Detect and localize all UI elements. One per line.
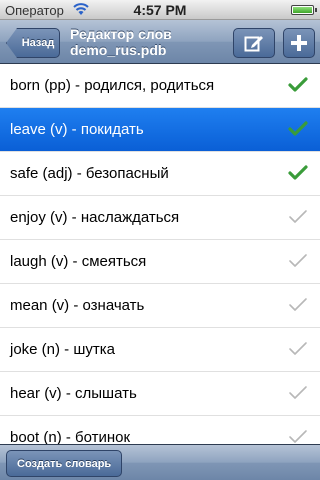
checkmark-outline-icon[interactable]	[288, 385, 308, 401]
word-label: born (pp) - родился, родиться	[10, 77, 215, 94]
word-label: leave (v) - покидать	[10, 121, 144, 138]
word-label: joke (n) - шутка	[10, 341, 115, 358]
checkmark-filled-icon[interactable]	[288, 77, 308, 93]
checkmark-outline-icon[interactable]	[288, 341, 308, 357]
checkmark-outline-icon[interactable]	[288, 429, 308, 444]
create-dictionary-button[interactable]: Создать словарь	[6, 450, 123, 477]
list-item[interactable]: hear (v) - слышать	[0, 372, 320, 416]
checkmark-filled-icon[interactable]	[288, 165, 308, 181]
word-label: boot (n) - ботинок	[10, 429, 131, 444]
checkmark-filled-icon[interactable]	[288, 121, 308, 137]
back-button[interactable]: Назад	[6, 28, 60, 58]
navigation-bar: Назад Редактор слов demo_rus.pdb	[0, 20, 320, 64]
title-line-2: demo_rus.pdb	[70, 42, 167, 58]
title-line-1: Редактор слов	[70, 26, 172, 42]
back-button-label: Назад	[21, 37, 55, 49]
list-item[interactable]: laugh (v) - смеяться	[0, 240, 320, 284]
word-label: safe (adj) - безопасный	[10, 165, 169, 182]
list-item[interactable]: enjoy (v) - наслаждаться	[0, 196, 320, 240]
word-label: mean (v) - означать	[10, 297, 145, 314]
list-item[interactable]: safe (adj) - безопасный	[0, 152, 320, 196]
edit-icon	[244, 36, 263, 52]
bottom-toolbar: Создать словарь	[0, 444, 320, 480]
create-dictionary-label: Создать словарь	[17, 457, 112, 470]
word-label: laugh (v) - смеяться	[10, 253, 147, 270]
word-list[interactable]: born (pp) - родился, родиться leave (v) -…	[0, 64, 320, 444]
battery-icon	[291, 5, 317, 15]
status-bar: Оператор 4:57 PM	[0, 0, 320, 20]
clock: 4:57 PM	[133, 2, 187, 18]
list-item[interactable]: mean (v) - означать	[0, 284, 320, 328]
checkmark-outline-icon[interactable]	[288, 209, 308, 225]
page-title: Редактор слов demo_rus.pdb	[70, 26, 230, 58]
checkmark-outline-icon[interactable]	[288, 297, 308, 313]
list-item[interactable]: leave (v) - покидать	[0, 108, 320, 152]
word-label: enjoy (v) - наслаждаться	[10, 209, 180, 226]
plus-icon	[291, 35, 307, 51]
word-label: hear (v) - слышать	[10, 385, 137, 402]
checkmark-outline-icon[interactable]	[288, 253, 308, 269]
edit-button[interactable]	[233, 28, 275, 58]
list-item[interactable]: boot (n) - ботинок	[0, 416, 320, 444]
list-item[interactable]: born (pp) - родился, родиться	[0, 64, 320, 108]
add-button[interactable]	[283, 28, 315, 58]
list-item[interactable]: joke (n) - шутка	[0, 328, 320, 372]
